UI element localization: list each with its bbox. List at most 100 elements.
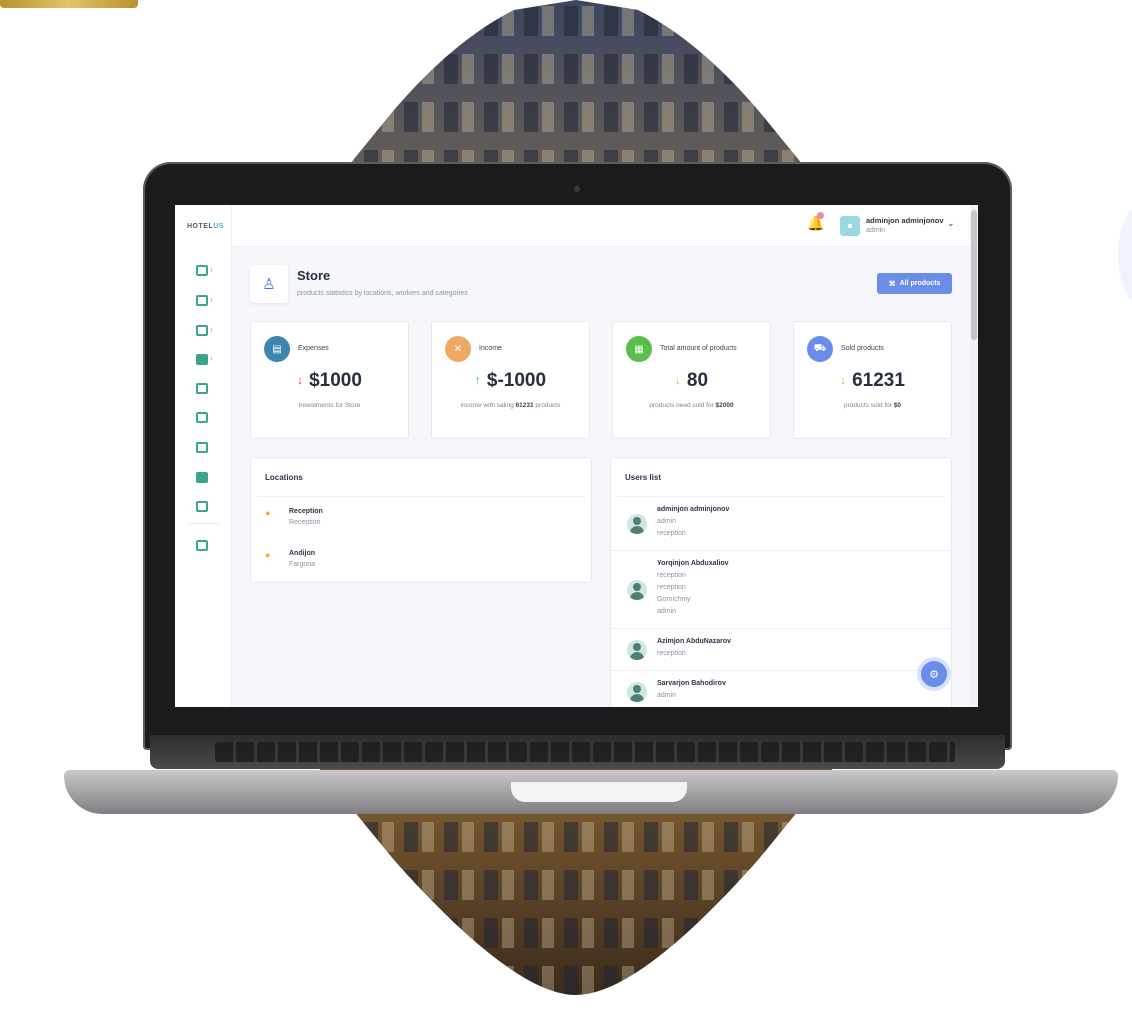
- note-bold: 61231: [515, 402, 534, 409]
- note-text: products sold for: [843, 402, 894, 409]
- all-products-button[interactable]: ⌘ All products: [877, 273, 952, 294]
- user-row-name: Sarvarjon Bahodirov: [657, 680, 726, 687]
- stat-card-value: ↓ $1000: [251, 370, 408, 392]
- locations-panel: Locations ● Reception Reception ● Andijon Far…: [250, 457, 592, 583]
- sidebar-item-bell[interactable]: [196, 410, 220, 424]
- chevron-down-icon[interactable]: ⌄: [947, 218, 955, 229]
- page-title: Store: [297, 268, 331, 283]
- page-subtitle: products statistics by locations, worker…: [297, 290, 468, 297]
- location-name: Andijon: [289, 550, 316, 557]
- stat-value-text: 80: [686, 370, 709, 391]
- hierarchy-icon: [196, 539, 208, 551]
- chevron-right-icon: ›: [210, 295, 213, 304]
- camera-icon: [574, 186, 580, 192]
- user-row-role: admin: [657, 692, 677, 699]
- products-icon: ⌘: [888, 280, 896, 288]
- user-row-role: reception: [657, 584, 686, 591]
- grid-icon: [196, 324, 208, 336]
- chevron-right-icon: ›: [210, 325, 213, 334]
- user-row-name: adminjon adminjonov: [657, 506, 730, 513]
- map-pin-icon: ●: [265, 508, 271, 518]
- brand-logo[interactable]: HOTELUS: [187, 223, 224, 230]
- note-text: Investments for Store: [298, 402, 361, 409]
- stat-card-note: income with saling 61231 products: [432, 402, 589, 409]
- stat-value-text: $-1000: [486, 370, 547, 391]
- user-avatar-icon: [627, 514, 647, 534]
- dashboard-icon: [196, 264, 208, 276]
- user-row-role: reception: [657, 650, 686, 657]
- locations-title: Locations: [265, 473, 303, 482]
- coin-icon: ✕: [445, 336, 471, 362]
- table-icon: [196, 471, 208, 483]
- note-bold: $0: [893, 402, 902, 409]
- user-role: admin: [866, 227, 886, 234]
- laptop-keyboard: [215, 742, 955, 762]
- user-row-role: reception: [657, 530, 686, 537]
- stat-card-note: products need sold for $2000: [613, 402, 770, 409]
- stage: HOTELUS › › › › 🔔 adminjon adminjonov admin…: [0, 0, 1132, 1028]
- panel-divider: [257, 496, 585, 497]
- sidebar-item-dashboard[interactable]: ›: [196, 263, 220, 277]
- all-products-label: All products: [899, 280, 941, 287]
- notification-badge: [817, 212, 824, 219]
- stat-card-label: Sold products: [841, 345, 884, 352]
- user-row-name: Azimjon AbduNazarov: [657, 638, 732, 645]
- laptop-notch: [511, 782, 687, 802]
- store-bell-icon: ♙: [250, 265, 288, 303]
- trend-arrow-icon: ↑: [474, 373, 481, 387]
- gear-icon: ⚙: [929, 668, 939, 681]
- note-text: income with saling: [460, 402, 516, 409]
- app-screen: HOTELUS › › › › 🔔 adminjon adminjonov admin…: [175, 205, 978, 707]
- note-text: products need sold for: [649, 402, 716, 409]
- user-avatar[interactable]: [840, 216, 860, 236]
- stat-card-note: products sold for $0: [794, 402, 951, 409]
- sidebar: HOTELUS › › › ›: [175, 205, 232, 707]
- user-avatar-icon: [627, 580, 647, 600]
- sidebar-item-table[interactable]: [196, 470, 220, 484]
- stat-card: ⛟ Sold products ↓ 61231 products sold for $0: [793, 321, 952, 439]
- trend-arrow-icon: ↓: [297, 373, 304, 387]
- note-bold: $2000: [715, 402, 734, 409]
- note-suffix: products: [533, 402, 561, 409]
- user-row[interactable]: Yorqinjon Abduxaliov reception reception Go…: [611, 551, 951, 629]
- brand-suffix: US: [213, 223, 224, 230]
- location-sub: Reception: [289, 519, 321, 526]
- corner-logo: [0, 0, 138, 8]
- chevron-right-icon: ›: [210, 265, 213, 274]
- user-row-role: admin: [657, 518, 677, 525]
- sidebar-item-archive[interactable]: [196, 499, 220, 513]
- settings-fab-button[interactable]: ⚙: [921, 661, 947, 687]
- decorative-circle: [1118, 200, 1132, 310]
- calculator-icon: ▦: [626, 336, 652, 362]
- stat-card-note: Investments for Store: [251, 402, 408, 409]
- scrollbar-thumb[interactable]: [971, 210, 977, 340]
- stat-card: ▦ Total amount of products ↓ 80 products nee…: [612, 321, 771, 439]
- stat-card: ▤ Expenses ↓ $1000 Investments for Store: [250, 321, 409, 439]
- sidebar-item-inbox[interactable]: ›: [196, 352, 220, 366]
- bell-icon: [196, 411, 208, 423]
- stat-card: ✕ Income ↑ $-1000 income with saling 61231 p…: [431, 321, 590, 439]
- user-row-role: admin: [657, 608, 677, 615]
- receipt-icon: ▤: [264, 336, 290, 362]
- users-panel: Users list adminjon adminjonov admin recep…: [610, 457, 952, 707]
- archive-icon: [196, 500, 208, 512]
- user-row-role: reception: [657, 572, 686, 579]
- brand-prefix: HOTEL: [187, 223, 214, 230]
- user-row[interactable]: adminjon adminjonov admin reception: [611, 497, 951, 551]
- sidebar-divider: [189, 523, 219, 524]
- stat-card-label: Income: [479, 345, 502, 352]
- chevron-right-icon: ›: [210, 354, 213, 363]
- stat-card-label: Total amount of products: [660, 345, 737, 352]
- sidebar-item-hierarchy[interactable]: [196, 538, 220, 552]
- sidebar-item-document[interactable]: [196, 381, 220, 395]
- sidebar-item-grid[interactable]: ›: [196, 323, 220, 337]
- user-row[interactable]: Azimjon AbduNazarov reception: [611, 629, 951, 671]
- sidebar-item-bed[interactable]: ›: [196, 293, 220, 307]
- user-name[interactable]: adminjon adminjonov: [866, 216, 944, 225]
- user-avatar-icon: [627, 640, 647, 660]
- sidebar-item-wallet[interactable]: [196, 440, 220, 454]
- document-icon: [196, 382, 208, 394]
- stat-card-value: ↑ $-1000: [432, 370, 589, 392]
- wallet-icon: [196, 441, 208, 453]
- user-row[interactable]: Sarvarjon Bahodirov admin: [611, 671, 951, 707]
